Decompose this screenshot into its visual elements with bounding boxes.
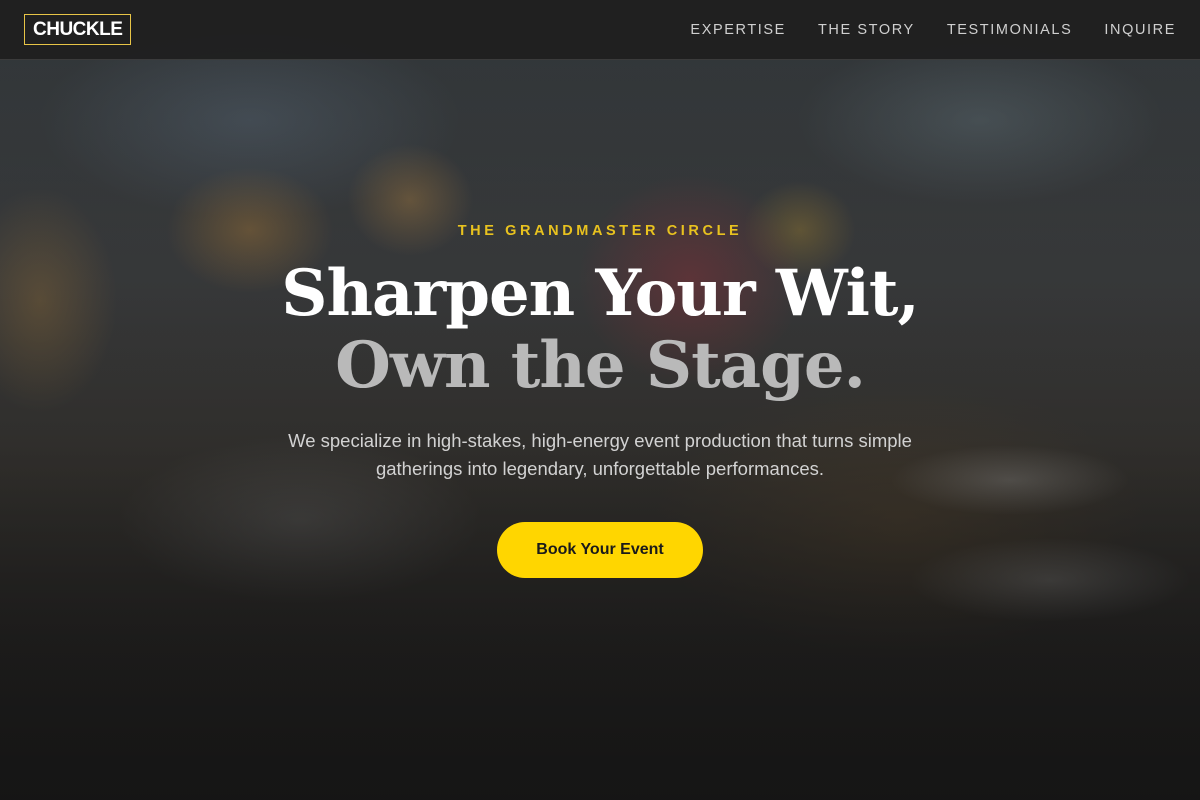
book-event-button[interactable]: Book Your Event	[497, 522, 703, 578]
hero-headline-line1: Sharpen Your Wit,	[281, 256, 919, 331]
hero-section: THE GRANDMASTER CIRCLE Sharpen Your Wit,…	[0, 0, 1200, 800]
hero-eyebrow: THE GRANDMASTER CIRCLE	[457, 223, 743, 239]
hero-headline-line2: Own the Stage.	[335, 328, 866, 403]
hero-headline: Sharpen Your Wit, Own the Stage.	[0, 258, 1200, 402]
hero-subtext: We specialize in high-stakes, high-energ…	[288, 430, 912, 479]
